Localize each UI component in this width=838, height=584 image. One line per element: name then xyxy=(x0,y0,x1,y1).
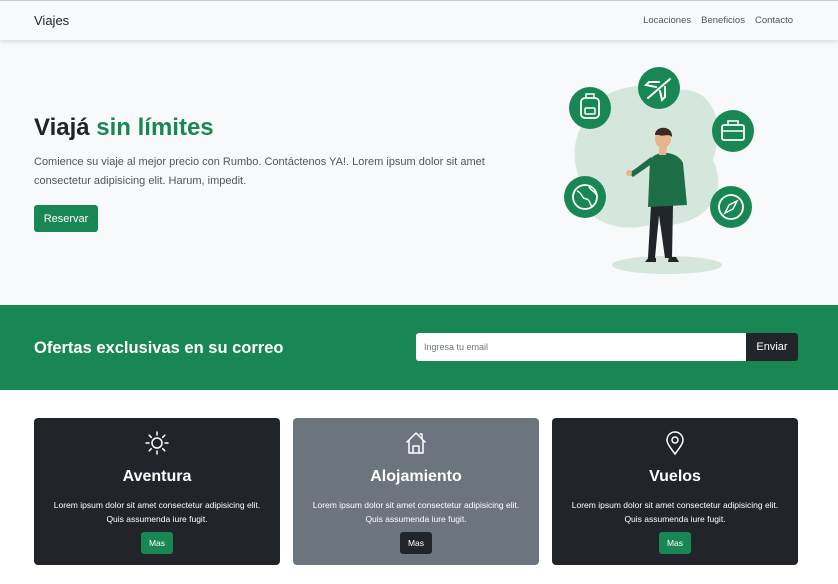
card-title: Vuelos xyxy=(649,468,701,485)
map-pin-icon xyxy=(666,431,684,456)
hero-title-accent: sin límites xyxy=(96,114,214,141)
card-alojamiento: Alojamiento Lorem ipsum dolor sit amet c… xyxy=(293,418,539,565)
nav-link-beneficios[interactable]: Beneficios xyxy=(701,15,745,26)
mas-button[interactable]: Mas xyxy=(659,532,691,554)
card-title: Alojamiento xyxy=(370,468,462,485)
hero-title-main: Viajá xyxy=(34,114,90,141)
email-input[interactable] xyxy=(416,333,746,361)
newsletter-heading: Ofertas exclusivas en su correo xyxy=(34,339,284,357)
newsletter-section: Ofertas exclusivas en su correo Enviar xyxy=(0,305,838,390)
hero-section: Viajá sin límites Comience su viaje al m… xyxy=(0,40,838,305)
mas-button[interactable]: Mas xyxy=(141,532,173,554)
hero-title: Viajá sin límites xyxy=(34,114,214,142)
enviar-button[interactable]: Enviar xyxy=(746,333,798,361)
nav-links: Locaciones Beneficios Contacto xyxy=(643,15,793,26)
card-aventura: Aventura Lorem ipsum dolor sit amet cons… xyxy=(34,418,280,565)
briefcase-icon xyxy=(712,110,754,152)
nav-link-contacto[interactable]: Contacto xyxy=(755,15,793,26)
card-title: Aventura xyxy=(122,468,192,485)
nav-link-locaciones[interactable]: Locaciones xyxy=(643,15,691,26)
house-icon xyxy=(406,432,426,454)
reservar-button[interactable]: Reservar xyxy=(34,205,98,232)
traveler-illustration xyxy=(564,67,754,274)
hero-description: Comience su viaje al mejor precio con Ru… xyxy=(34,156,485,187)
airplane-icon xyxy=(638,67,680,109)
globe-icon xyxy=(564,176,606,218)
card-description: Lorem ipsum dolor sit amet consectetur a… xyxy=(571,500,779,524)
compass-icon xyxy=(710,186,752,228)
sun-icon xyxy=(145,431,169,455)
card-description: Lorem ipsum dolor sit amet consectetur a… xyxy=(53,500,261,524)
card-vuelos: Vuelos Lorem ipsum dolor sit amet consec… xyxy=(552,418,798,565)
navbar: Viajes Locaciones Beneficios Contacto xyxy=(0,0,838,40)
mas-button[interactable]: Mas xyxy=(400,532,432,554)
backpack-icon xyxy=(569,87,611,129)
brand-link[interactable]: Viajes xyxy=(34,13,69,28)
card-description: Lorem ipsum dolor sit amet consectetur a… xyxy=(312,500,520,524)
